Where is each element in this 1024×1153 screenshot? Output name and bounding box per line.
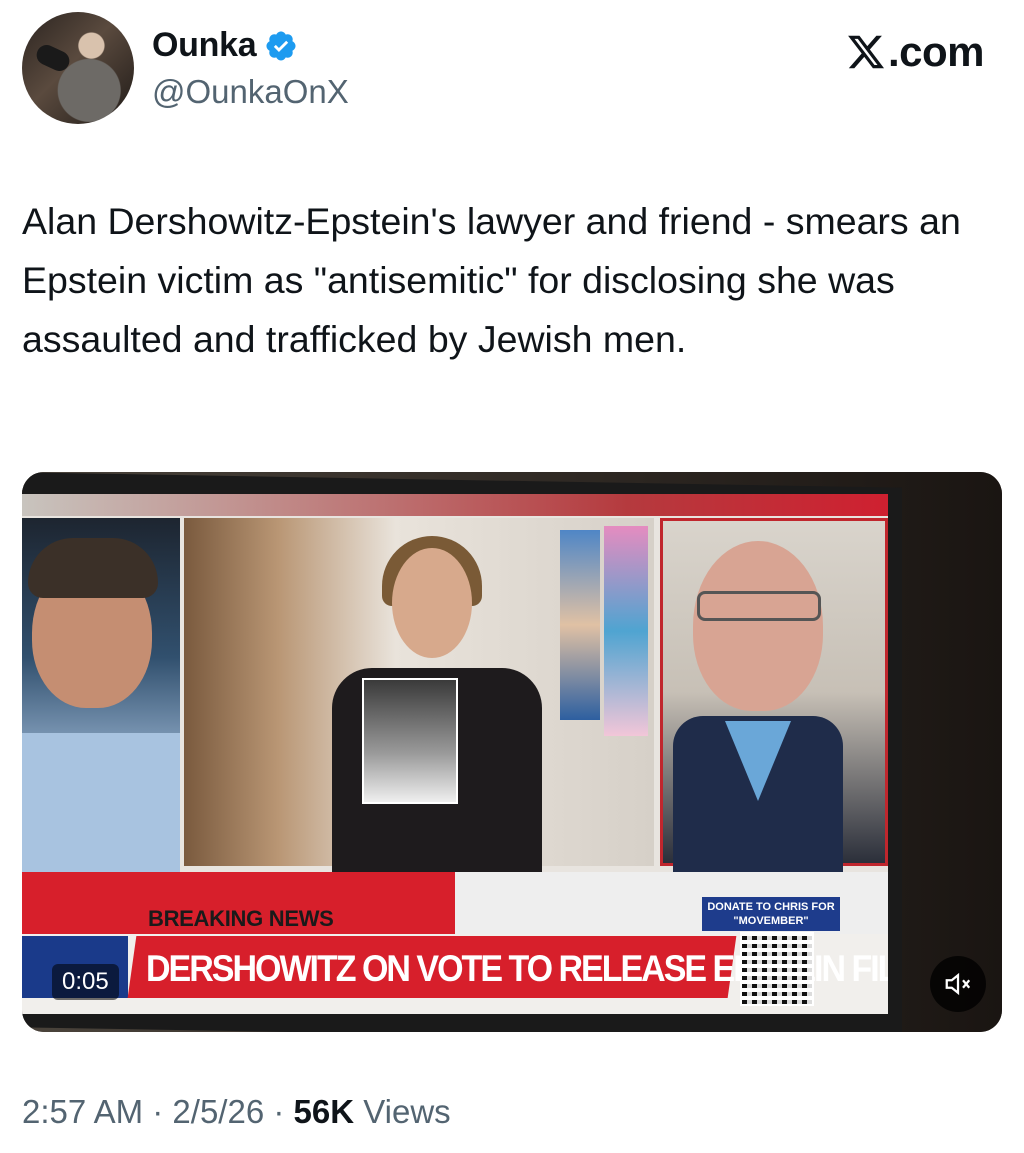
tweet-meta: 2:57 AM · 2/5/26 · 56K Views [22, 1093, 451, 1131]
author-handle[interactable]: @OunkaOnX [152, 73, 349, 111]
views-label: Views [363, 1093, 451, 1130]
x-com-brand: .com [846, 28, 985, 76]
breaking-news-label: BREAKING NEWS [148, 906, 334, 931]
speaker-muted-icon [945, 972, 971, 996]
tv-screen: BREAKING NEWS DONATE TO CHRIS FOR "MOVEM… [22, 494, 888, 1014]
host-hair [28, 538, 158, 598]
site-domain-label: .com [887, 28, 985, 75]
post-time[interactable]: 2:57 AM [22, 1093, 143, 1130]
guest-face [392, 548, 472, 658]
held-photograph [362, 678, 458, 804]
donate-line-1: DONATE TO CHRIS FOR [707, 901, 835, 913]
news-lower-third: BREAKING NEWS DONATE TO CHRIS FOR "MOVEM… [22, 872, 888, 1014]
video-player[interactable]: BREAKING NEWS DONATE TO CHRIS FOR "MOVEM… [22, 472, 1002, 1032]
eyeglasses [697, 591, 821, 621]
author-avatar[interactable] [22, 12, 134, 124]
post-date[interactable]: 2/5/26 [172, 1093, 264, 1130]
views-count[interactable]: 56K [294, 1093, 355, 1130]
meta-separator: · [273, 1093, 285, 1130]
x-logo-icon [848, 35, 885, 69]
video-panel-host [22, 518, 180, 873]
screen-top-band [22, 494, 888, 516]
video-panel-guest-man [660, 518, 888, 876]
guest-man-face [693, 541, 823, 711]
author-name-row[interactable]: Ounka [152, 26, 298, 65]
verified-badge-icon [266, 30, 296, 61]
qr-code [740, 932, 814, 1006]
meta-separator: · [152, 1093, 164, 1130]
author-display-name[interactable]: Ounka [152, 26, 257, 65]
video-elapsed-time: 0:05 [52, 964, 119, 1000]
tweet-text: Alan Dershowitz-Epstein's lawyer and fri… [22, 200, 961, 360]
wall-painting [560, 530, 600, 720]
donate-line-2: "MOVEMBER" [733, 915, 809, 927]
wall-painting [604, 526, 648, 736]
video-panel-guest-woman [184, 518, 654, 878]
mute-toggle-button[interactable] [930, 956, 986, 1012]
donate-banner: DONATE TO CHRIS FOR "MOVEMBER" [702, 897, 840, 931]
microphone-graphic [33, 41, 73, 75]
host-shirt [22, 733, 180, 873]
